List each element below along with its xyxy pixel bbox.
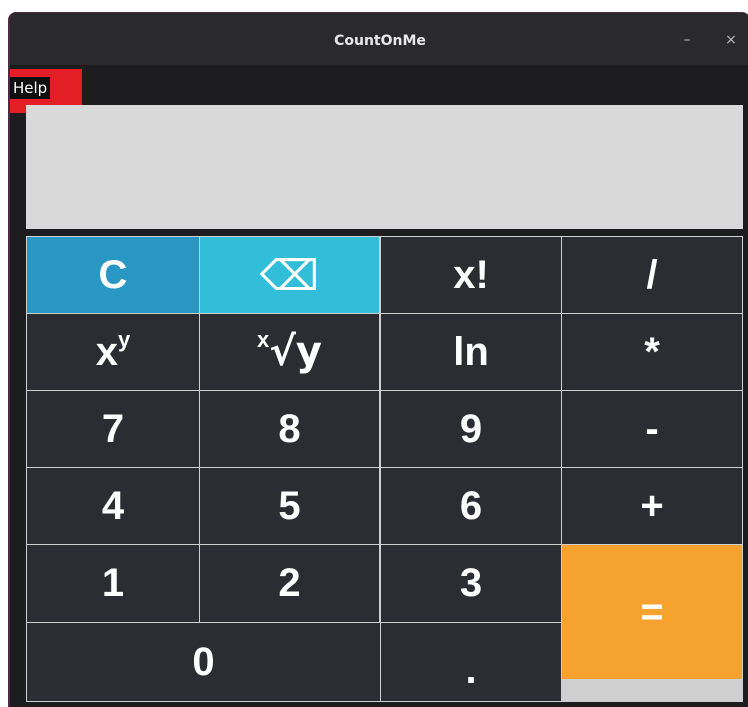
keypad: C ⌫ x! / xy x √y ln * 7 8 9 - 4 5 6 + 1 2… (26, 236, 743, 702)
help-menu[interactable]: Help (10, 77, 51, 99)
power-base: x (95, 329, 118, 374)
one-button[interactable]: 1 (26, 544, 200, 623)
clear-button[interactable]: C (26, 236, 200, 314)
backspace-button[interactable]: ⌫ (199, 236, 380, 314)
power-button[interactable]: xy (26, 313, 200, 391)
decimal-button[interactable]: . (380, 622, 562, 702)
calculator-display (26, 105, 743, 229)
plus-button[interactable]: + (561, 467, 743, 545)
root-button[interactable]: x √y (199, 313, 380, 391)
divide-button[interactable]: / (561, 236, 743, 314)
nine-button[interactable]: 9 (380, 390, 562, 468)
calculator-window: CountOnMe – × Help C ⌫ x! / xy x √y ln * … (8, 12, 748, 707)
backspace-icon: ⌫ (259, 250, 320, 300)
minus-button[interactable]: - (561, 390, 743, 468)
six-button[interactable]: 6 (380, 467, 562, 545)
multiply-button[interactable]: * (561, 313, 743, 391)
zero-button[interactable]: 0 (26, 622, 381, 702)
close-icon[interactable]: × (722, 31, 740, 49)
minimize-icon[interactable]: – (678, 31, 696, 49)
ln-button[interactable]: ln (380, 313, 562, 391)
window-title: CountOnMe (334, 33, 426, 49)
three-button[interactable]: 3 (380, 544, 562, 623)
power-exponent: y (118, 327, 131, 352)
five-button[interactable]: 5 (199, 467, 380, 545)
four-button[interactable]: 4 (26, 467, 200, 545)
title-bar[interactable]: CountOnMe – × (10, 13, 748, 65)
menu-bar: Help (10, 65, 748, 113)
root-index: x (256, 327, 270, 352)
equals-button[interactable]: = (561, 544, 743, 680)
factorial-button[interactable]: x! (380, 236, 562, 314)
root-body: √y (269, 329, 322, 375)
two-button[interactable]: 2 (199, 544, 380, 623)
seven-button[interactable]: 7 (26, 390, 200, 468)
eight-button[interactable]: 8 (199, 390, 380, 468)
